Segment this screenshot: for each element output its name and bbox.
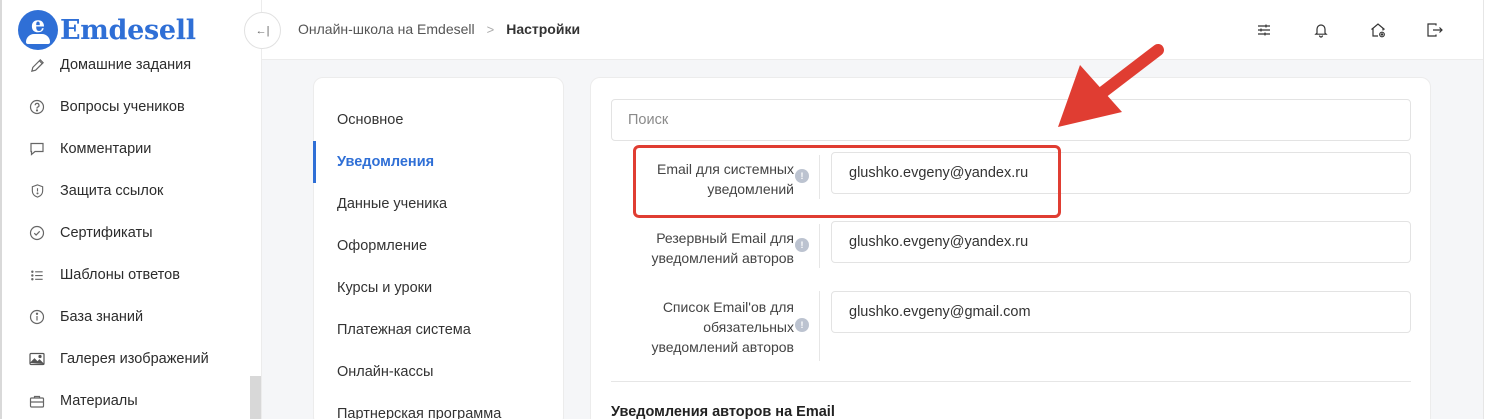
sidebar-item-label: Материалы — [60, 393, 138, 409]
info-icon[interactable]: ! — [795, 238, 809, 252]
sidebar-item-homework[interactable]: Домашние задания — [2, 44, 250, 86]
breadcrumb-parent-link[interactable]: Онлайн-школа на Emdesell — [298, 21, 475, 37]
home-settings-icon[interactable] — [1366, 18, 1390, 42]
chevron-right-icon: > — [486, 21, 495, 37]
sidebar-item-label: Защита ссылок — [60, 183, 164, 199]
sidebar-item-materials[interactable]: Материалы — [2, 380, 250, 419]
tab-payment-system[interactable]: Платежная система — [314, 309, 563, 351]
sidebar-item-student-questions[interactable]: Вопросы учеников — [2, 86, 250, 128]
sidebar-item-label: Шаблоны ответов — [60, 267, 180, 283]
sidebar-item-image-gallery[interactable]: Галерея изображений — [2, 338, 250, 380]
sidebar: e Emdesell Домашние задания Вопросы учен… — [0, 0, 262, 419]
briefcase-icon — [28, 392, 46, 410]
breadcrumb-current: Настройки — [506, 21, 581, 37]
header-actions — [1219, 18, 1447, 42]
logo-letter: e — [31, 12, 45, 38]
pencil-icon — [28, 56, 46, 74]
mandatory-emails-row: Список Email'ов для обязательных уведомл… — [591, 291, 1432, 361]
sidebar-item-label: Галерея изображений — [60, 351, 209, 367]
section-divider — [611, 381, 1411, 382]
tab-student-data[interactable]: Данные ученика — [314, 183, 563, 225]
divider — [819, 291, 820, 361]
logout-icon[interactable] — [1423, 18, 1447, 42]
sidebar-item-comments[interactable]: Комментарии — [2, 128, 250, 170]
sidebar-item-label: Сертификаты — [60, 225, 153, 241]
comment-icon — [28, 140, 46, 158]
backup-email-row: Резервный Email для уведомлений авторов … — [591, 221, 1432, 271]
sidebar-item-label: Комментарии — [60, 141, 152, 157]
tab-notifications[interactable]: Уведомления — [313, 141, 563, 183]
sidebar-item-label: База знаний — [60, 309, 144, 325]
logo-text: Emdesell — [60, 14, 196, 46]
mandatory-emails-label: Список Email'ов для обязательных уведомл… — [651, 297, 794, 357]
highlight-box — [633, 145, 1061, 218]
bell-icon[interactable] — [1309, 18, 1333, 42]
sidebar-menu: Домашние задания Вопросы учеников Коммен… — [2, 44, 250, 419]
tab-affiliate-program[interactable]: Партнерская программа — [314, 393, 563, 419]
sidebar-item-link-protection[interactable]: Защита ссылок — [2, 170, 250, 212]
tab-appearance[interactable]: Оформление — [314, 225, 563, 267]
tab-online-cashiers[interactable]: Онлайн-кассы — [314, 351, 563, 393]
info-circle-icon — [28, 308, 46, 326]
collapse-sidebar-button[interactable]: ←| — [244, 12, 281, 49]
check-badge-icon — [28, 224, 46, 242]
sidebar-item-knowledge-base[interactable]: База знаний — [2, 296, 250, 338]
tab-general[interactable]: Основное — [314, 99, 563, 141]
settings-nav: Основное Уведомления Данные ученика Офор… — [313, 77, 564, 419]
question-circle-icon — [28, 98, 46, 116]
label-line: обязательных — [703, 319, 794, 335]
divider — [819, 224, 820, 268]
label-line: Резервный Email для — [656, 230, 794, 246]
label-line: Список Email'ов для — [662, 299, 794, 315]
shield-icon — [28, 182, 46, 200]
backup-email-label: Резервный Email для уведомлений авторов — [651, 228, 794, 268]
collapse-icon: ←| — [255, 24, 270, 37]
sidebar-item-label: Вопросы учеников — [60, 99, 185, 115]
label-line: уведомлений авторов — [651, 250, 794, 266]
backup-email-field[interactable] — [831, 221, 1411, 263]
label-line: уведомлений авторов — [651, 339, 794, 355]
top-header: ←| Онлайн-школа на Emdesell > Настройки — [244, 0, 1483, 60]
search-input[interactable] — [611, 99, 1411, 141]
sidebar-item-answer-templates[interactable]: Шаблоны ответов — [2, 254, 250, 296]
section-title: Уведомления авторов на Email — [611, 404, 835, 419]
sidebar-item-certificates[interactable]: Сертификаты — [2, 212, 250, 254]
info-icon[interactable]: ! — [795, 318, 809, 332]
mandatory-emails-field[interactable] — [831, 291, 1411, 333]
sidebar-scrollbar[interactable] — [250, 376, 261, 419]
annotation-arrow-icon — [1058, 44, 1164, 127]
list-icon — [28, 266, 46, 284]
sliders-icon[interactable] — [1252, 18, 1276, 42]
window-edge — [1483, 0, 1491, 419]
tab-courses-lessons[interactable]: Курсы и уроки — [314, 267, 563, 309]
image-icon — [28, 350, 46, 368]
sidebar-item-label: Домашние задания — [60, 57, 192, 73]
notifications-settings-card: Email для системных уведомлений ! Резерв… — [590, 77, 1431, 419]
breadcrumb: Онлайн-школа на Emdesell > Настройки — [298, 21, 580, 37]
